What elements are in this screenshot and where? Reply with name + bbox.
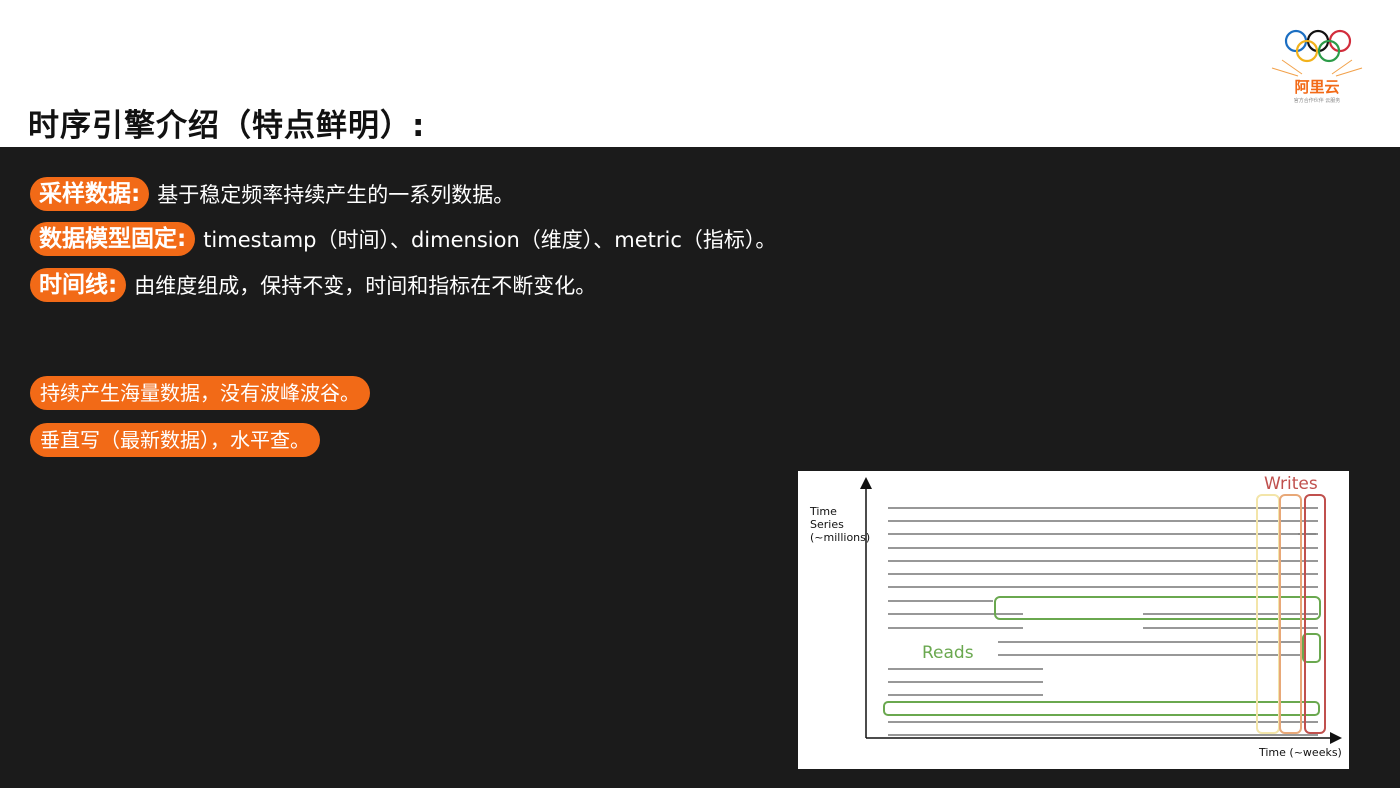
- time-series-lines: [888, 507, 1318, 736]
- point-label: 时间线:: [30, 268, 127, 302]
- point-sampling: 采样数据: 基于稳定频率持续产生的一系列数据。: [30, 176, 514, 212]
- point-label: 数据模型固定:: [30, 222, 196, 256]
- pill-massive-data: 持续产生海量数据，没有波峰波谷。: [30, 376, 370, 410]
- aliyun-olympic-logo: 阿里云 官方合作伙伴 云服务: [1271, 29, 1363, 104]
- read-box: [994, 596, 1321, 620]
- point-data-model: 数据模型固定: timestamp（时间）、dimension（维度）、metr…: [30, 221, 776, 257]
- pill-write-read: 垂直写（最新数据），水平查。: [30, 423, 320, 457]
- writes-label: Writes: [1264, 474, 1318, 494]
- reads-label: Reads: [922, 643, 974, 663]
- diagram-svg: Time Series (~millions) Time (~weeks) Re…: [809, 474, 1342, 759]
- y-axis-label-line: (~millions): [810, 531, 870, 544]
- x-axis-label: Time (~weeks): [1258, 746, 1342, 759]
- header: 时序引擎介绍（特点鲜明）: 阿里云 官方合作伙伴 云服务: [0, 0, 1400, 147]
- reads-writes-diagram: Time Series (~millions) Time (~weeks) Re…: [798, 471, 1349, 769]
- y-axis-label-line: Time: [809, 505, 837, 518]
- logo-subtext: 官方合作伙伴 云服务: [1294, 97, 1341, 104]
- point-text: 基于稳定频率持续产生的一系列数据。: [157, 183, 515, 207]
- y-axis-label-line: Series: [810, 518, 844, 531]
- read-box: [883, 701, 1320, 716]
- logo-text: 阿里云: [1294, 78, 1339, 96]
- point-text: 由维度组成，保持不变，时间和指标在不断变化。: [134, 274, 597, 298]
- point-timeline: 时间线: 由维度组成，保持不变，时间和指标在不断变化。: [30, 267, 596, 303]
- slide-title: 时序引擎介绍（特点鲜明）:: [28, 108, 426, 144]
- point-text: timestamp（时间）、dimension（维度）、metric（指标）。: [203, 228, 777, 252]
- point-label: 采样数据:: [30, 177, 150, 211]
